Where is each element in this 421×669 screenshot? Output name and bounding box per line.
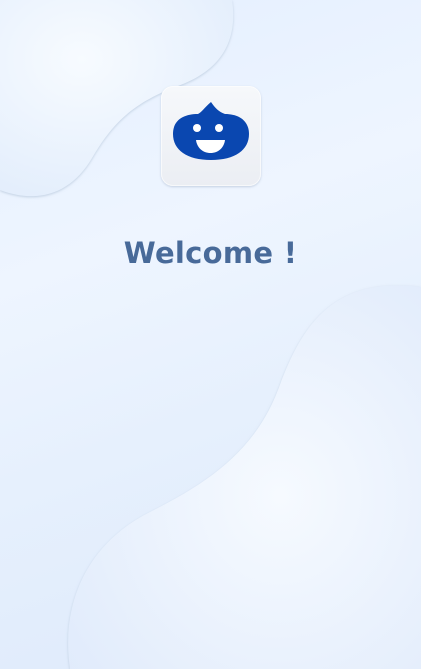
- smiling-blob-icon: [173, 102, 249, 160]
- welcome-screen: Welcome !: [0, 0, 421, 669]
- app-logo: [161, 86, 261, 186]
- bottom-right-blob: [68, 285, 421, 669]
- welcome-title: Welcome !: [123, 236, 298, 270]
